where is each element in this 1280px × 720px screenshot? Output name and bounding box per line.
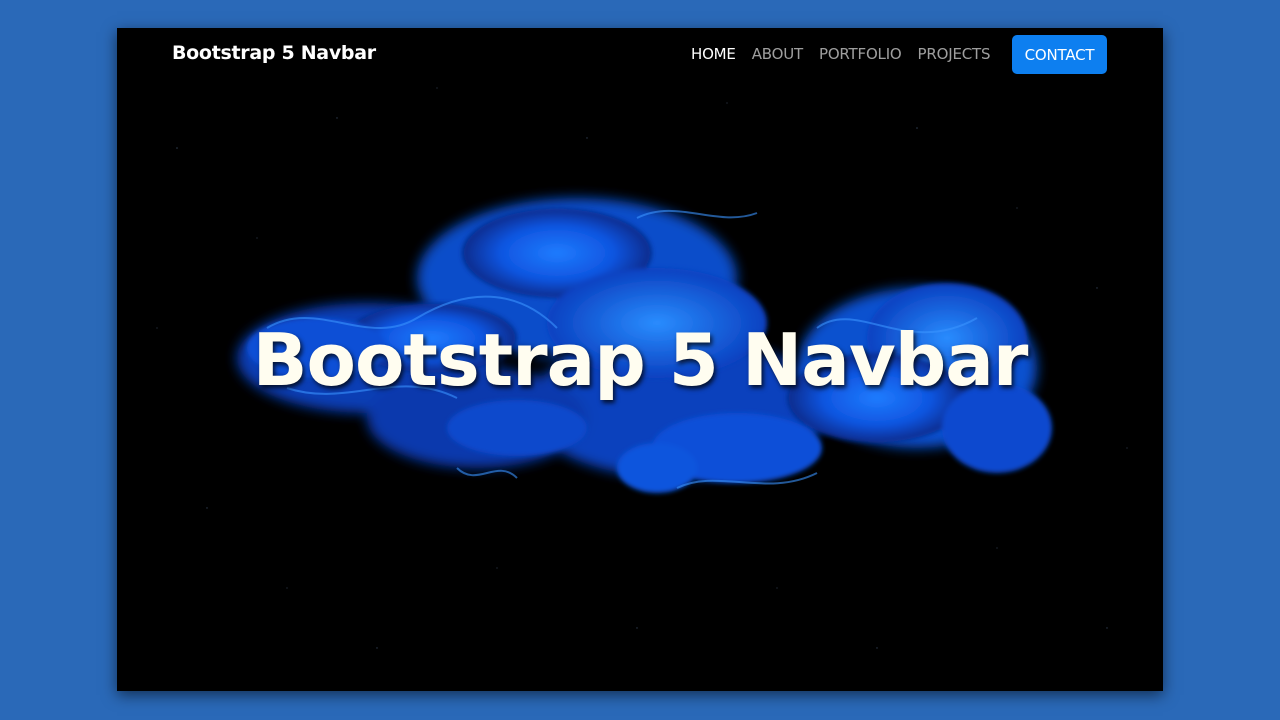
contact-button[interactable]: CONTACT xyxy=(1012,35,1107,74)
nav-link-projects[interactable]: PROJECTS xyxy=(918,45,991,63)
nav-link-portfolio[interactable]: PORTFOLIO xyxy=(819,45,902,63)
nav-link-about[interactable]: ABOUT xyxy=(752,45,803,63)
top-navbar: Bootstrap 5 Navbar HOME ABOUT PORTFOLIO … xyxy=(117,28,1163,84)
nav-links: HOME ABOUT PORTFOLIO PROJECTS xyxy=(691,45,990,63)
nav-link-home[interactable]: HOME xyxy=(691,45,736,63)
browser-viewport: Bootstrap 5 Navbar HOME ABOUT PORTFOLIO … xyxy=(117,28,1163,691)
hero-title: Bootstrap 5 Navbar xyxy=(252,318,1029,402)
navbar-brand[interactable]: Bootstrap 5 Navbar xyxy=(172,42,376,64)
